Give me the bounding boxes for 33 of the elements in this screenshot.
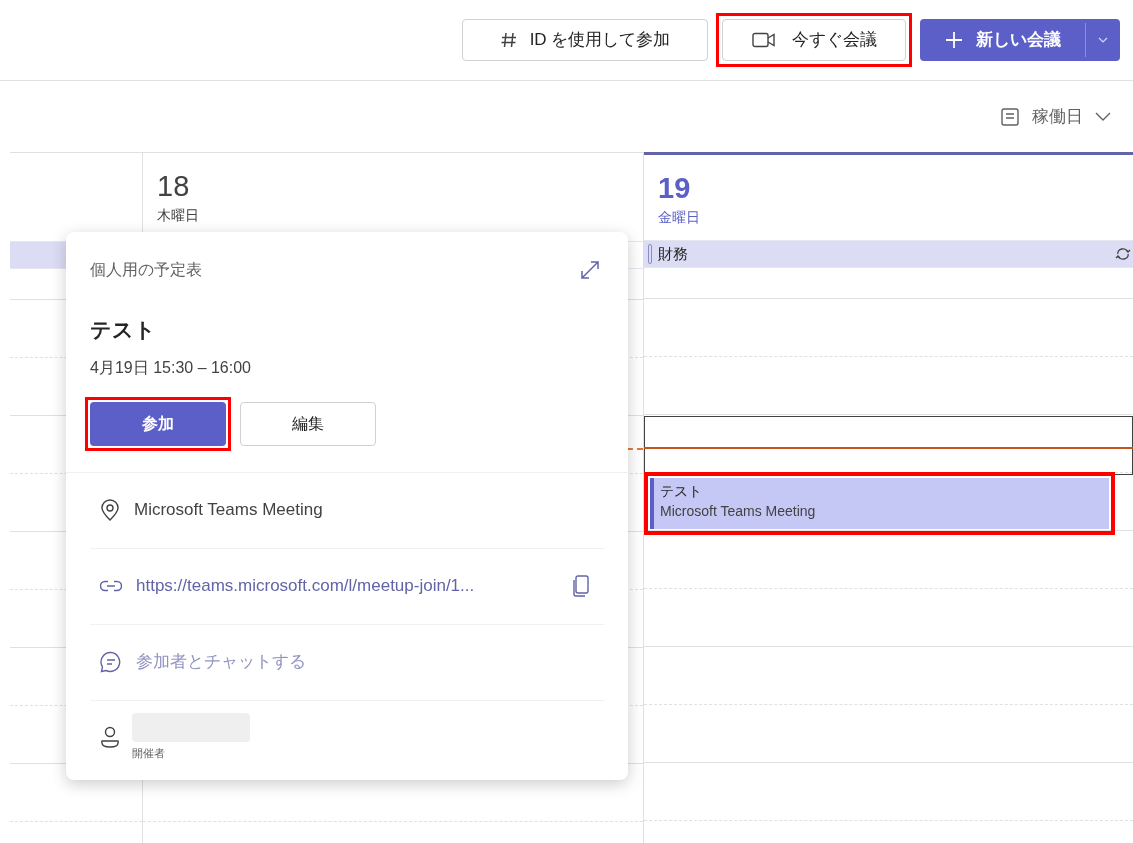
event-location: Microsoft Teams Meeting bbox=[660, 502, 817, 521]
organizer-role: 開催者 bbox=[132, 745, 166, 761]
location-text: Microsoft Teams Meeting bbox=[134, 499, 323, 522]
event-title: 財務 bbox=[658, 243, 688, 264]
day-number: 18 bbox=[157, 169, 191, 203]
person-icon bbox=[100, 725, 120, 748]
event-title: テスト bbox=[660, 482, 703, 500]
day-number: 19 bbox=[658, 171, 692, 205]
link-icon bbox=[100, 580, 122, 592]
location-pin-icon bbox=[100, 499, 120, 521]
expand-icon bbox=[580, 260, 600, 280]
video-camera-icon bbox=[751, 32, 776, 48]
chat-icon bbox=[100, 651, 122, 673]
event-title: テスト bbox=[90, 317, 157, 343]
calendar-view-icon bbox=[1000, 106, 1020, 127]
event-time: 4月19日 15:30 – 16:00 bbox=[90, 357, 252, 378]
meeting-link[interactable]: https://teams.microsoft.com/l/meetup-join/1... bbox=[136, 573, 475, 599]
weekday-label: 木曜日 bbox=[157, 206, 200, 225]
all-day-event[interactable]: 財務 bbox=[644, 241, 1133, 267]
new-meeting-button[interactable]: 新しい会議 bbox=[920, 19, 1085, 61]
chevron-down-icon bbox=[1098, 37, 1108, 43]
calendar-name: 個人用の予定表 bbox=[90, 260, 202, 280]
meet-now-button[interactable]: 今すぐ会議 bbox=[722, 19, 906, 61]
join-by-id-button[interactable]: ID を使用して参加 bbox=[462, 19, 708, 61]
edit-button[interactable]: 編集 bbox=[240, 401, 376, 446]
weekday-label: 金曜日 bbox=[658, 208, 701, 227]
chevron-down-icon bbox=[1095, 111, 1111, 122]
join-button[interactable]: 参加 bbox=[90, 401, 226, 446]
selected-time-slot[interactable] bbox=[644, 416, 1133, 475]
view-selector[interactable]: 稼働日 bbox=[1000, 103, 1111, 130]
hash-icon bbox=[499, 31, 518, 49]
plus-icon bbox=[944, 30, 964, 50]
calendar-event[interactable]: テスト Microsoft Teams Meeting bbox=[650, 478, 1109, 529]
